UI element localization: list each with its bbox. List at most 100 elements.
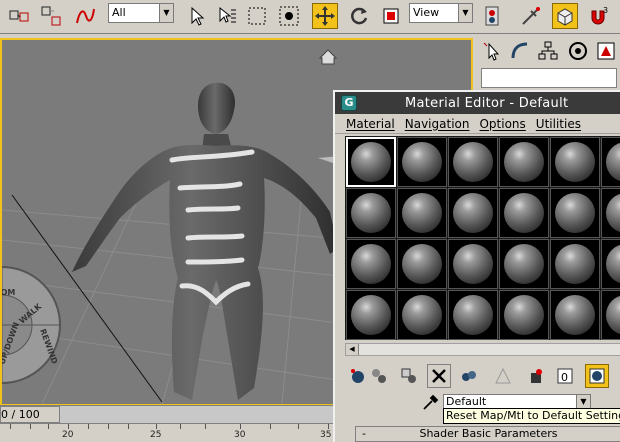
reset-map-mtl-icon[interactable] (427, 364, 451, 388)
snap-magnet-icon[interactable]: 3 (586, 3, 612, 29)
material-slot[interactable] (346, 239, 396, 289)
shader-basic-parameters-rollout[interactable]: - Shader Basic Parameters (355, 426, 620, 442)
material-sphere-preview (453, 244, 493, 284)
command-panel (473, 34, 620, 94)
material-slot[interactable] (601, 137, 620, 187)
select-by-name-icon[interactable] (214, 3, 240, 29)
material-slot[interactable] (499, 188, 549, 238)
pick-material-eyedropper-icon[interactable] (421, 394, 439, 412)
get-material-icon[interactable] (345, 364, 369, 388)
time-slider-thumb[interactable]: 0 / 100 (0, 406, 60, 423)
material-slot[interactable] (448, 239, 498, 289)
material-slot[interactable] (550, 188, 600, 238)
material-sphere-preview (555, 295, 595, 335)
material-slot[interactable] (499, 137, 549, 187)
ruler-tick (270, 424, 271, 429)
material-slot[interactable] (397, 290, 447, 340)
material-sphere-preview (402, 244, 442, 284)
material-sphere-preview (606, 244, 620, 284)
material-slot[interactable] (601, 290, 620, 340)
material-slot[interactable] (397, 239, 447, 289)
command-panel-field[interactable] (481, 68, 617, 88)
material-slot[interactable] (601, 188, 620, 238)
rectangular-selection-icon[interactable] (244, 3, 270, 29)
material-slot[interactable] (499, 239, 549, 289)
hierarchy-tab-icon[interactable] (535, 38, 561, 64)
reference-coordinate-dropdown[interactable]: View ▼ (409, 3, 473, 23)
put-to-scene-icon[interactable] (367, 364, 391, 388)
bind-to-space-warp-icon[interactable] (72, 3, 98, 29)
material-editor-toolbar: 0 (345, 364, 620, 390)
material-sphere-preview (504, 193, 544, 233)
rollout-label: Shader Basic Parameters (419, 427, 558, 440)
chevron-down-icon: ▼ (159, 4, 173, 22)
material-slot[interactable] (550, 137, 600, 187)
menu-navigation[interactable]: Navigation (405, 117, 470, 131)
show-end-result-icon[interactable] (585, 364, 609, 388)
material-editor-window: G Material Editor - Default Material Nav… (333, 90, 620, 442)
material-sphere-preview (504, 142, 544, 182)
make-unique-icon[interactable] (457, 364, 481, 388)
select-and-rotate-icon[interactable] (346, 3, 372, 29)
menu-utilities[interactable]: Utilities (536, 117, 581, 131)
material-sphere-preview (606, 142, 620, 182)
material-sphere-preview (555, 193, 595, 233)
select-and-link-icon[interactable] (6, 3, 32, 29)
snaps-toggle-icon[interactable] (552, 3, 578, 29)
select-and-manipulate-icon[interactable] (518, 3, 544, 29)
material-sphere-preview (606, 295, 620, 335)
material-slot[interactable] (550, 239, 600, 289)
material-slot[interactable] (397, 188, 447, 238)
selection-filter-dropdown[interactable]: All ▼ (108, 3, 174, 23)
material-editor-titlebar[interactable]: G Material Editor - Default (335, 92, 620, 114)
rollout-toggle[interactable]: - (362, 427, 366, 441)
unlink-selection-icon[interactable] (38, 3, 64, 29)
menu-options[interactable]: Options (479, 117, 525, 131)
material-slot[interactable] (448, 188, 498, 238)
modify-tab-icon[interactable] (507, 38, 533, 64)
menu-material[interactable]: Material (346, 117, 395, 131)
material-slot[interactable] (346, 290, 396, 340)
material-slot[interactable] (346, 188, 396, 238)
window-crossing-icon[interactable] (276, 3, 302, 29)
app-logo-icon[interactable]: G (341, 95, 357, 111)
select-object-icon[interactable] (184, 3, 210, 29)
material-slot[interactable] (448, 290, 498, 340)
ruler-tick (298, 424, 299, 429)
material-slot[interactable] (346, 137, 396, 187)
ruler-tick (128, 424, 129, 429)
assign-to-selection-icon[interactable] (397, 364, 421, 388)
ruler-tick (328, 424, 329, 429)
material-sphere-preview (555, 244, 595, 284)
material-slot[interactable] (601, 239, 620, 289)
use-pivot-center-icon[interactable] (480, 3, 506, 29)
select-and-scale-icon[interactable] (378, 3, 404, 29)
material-slot[interactable] (550, 290, 600, 340)
create-tab-icon[interactable] (479, 38, 505, 64)
material-effects-channel-icon[interactable] (525, 364, 549, 388)
material-sphere-preview (453, 142, 493, 182)
material-sphere-preview (402, 193, 442, 233)
track-ruler[interactable]: 20 25 30 35 (0, 423, 336, 442)
material-slot[interactable] (499, 290, 549, 340)
ruler-tick (30, 424, 31, 429)
select-and-move-icon[interactable] (312, 3, 338, 29)
slot-horizontal-scrollbar[interactable]: ◀ (345, 343, 620, 356)
material-slot[interactable] (397, 137, 447, 187)
ruler-tick (240, 424, 241, 429)
material-sphere-preview (555, 142, 595, 182)
show-map-in-viewport-icon[interactable]: 0 (553, 364, 577, 388)
material-sphere-preview (453, 193, 493, 233)
main-toolbar: All ▼ View ▼ 3 (0, 0, 620, 34)
put-to-library-icon[interactable] (491, 364, 515, 388)
time-slider[interactable]: 0 / 100 (0, 405, 336, 423)
motion-tab-icon[interactable] (565, 38, 591, 64)
material-editor-menubar: Material Navigation Options Utilities (335, 114, 620, 134)
material-sphere-preview (351, 193, 391, 233)
scroll-left-icon[interactable]: ◀ (346, 344, 359, 355)
display-tab-icon[interactable] (593, 38, 619, 64)
tooltip: Reset Map/Mtl to Default Settings (443, 408, 620, 424)
material-slot[interactable] (448, 137, 498, 187)
ruler-tick (48, 424, 49, 429)
svg-text:3: 3 (603, 6, 608, 15)
